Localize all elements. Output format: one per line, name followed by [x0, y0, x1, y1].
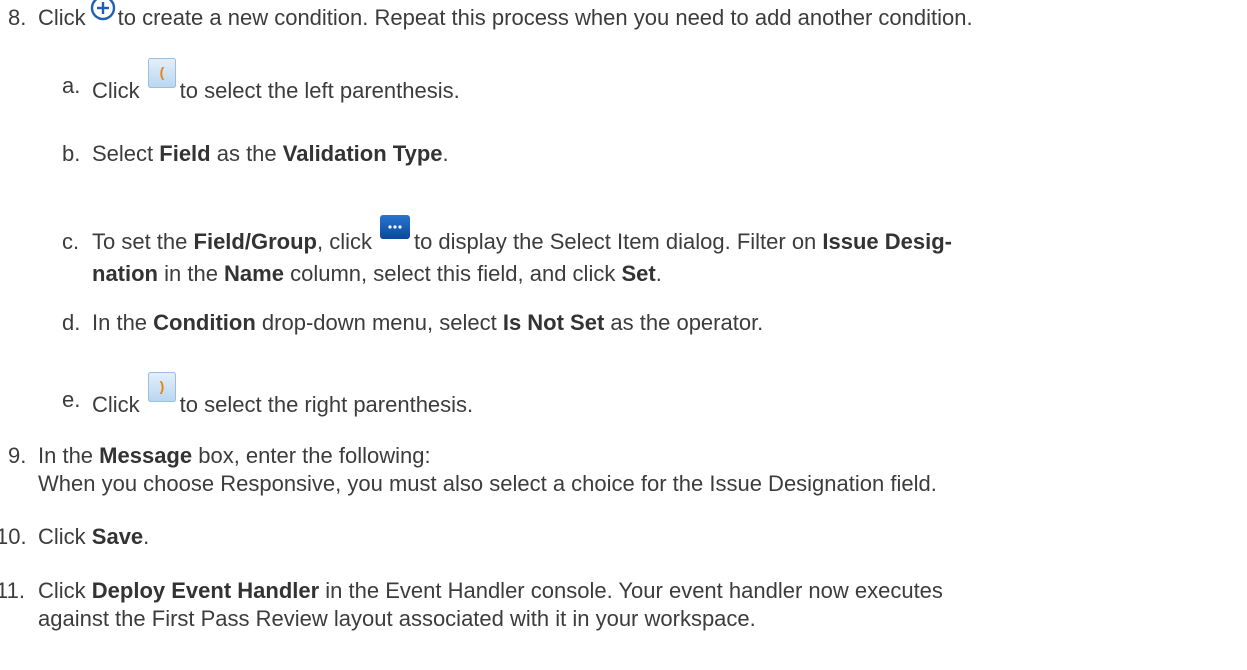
- step-b-text: Select Field as the Validation Type.: [92, 140, 449, 168]
- step-d-bold-1: Condition: [153, 310, 256, 335]
- step-9-text-line1: In the Message box, enter the following:: [38, 442, 431, 470]
- step-b-bold-1: Field: [159, 141, 211, 166]
- step-c-text-4: in the: [158, 261, 225, 286]
- step-11-number: 11.: [0, 578, 25, 603]
- step-9-bold-1: Message: [99, 443, 193, 468]
- step-c-bold-4: Name: [224, 261, 284, 286]
- step-d-number: d.: [62, 310, 81, 335]
- svg-text:(: (: [159, 64, 164, 80]
- step-d-text-2: drop-down menu, select: [255, 310, 503, 335]
- step-e-number: e.: [62, 387, 81, 412]
- step-11-text-line2: against the First Pass Review layout ass…: [38, 606, 756, 631]
- step-11-text-1: Click: [38, 578, 92, 603]
- step-c-text-line1: To set the Field/Group, click to display …: [92, 215, 953, 256]
- step-11-text-2: in the Event Handler console. Your event…: [319, 578, 943, 603]
- step-c-bold-1: Field/Group: [193, 229, 317, 254]
- step-11-bold-1: Deploy Event Handler: [91, 578, 320, 603]
- ellipsis-button-icon: [379, 215, 410, 239]
- step-a-text-2: to select the left parenthesis.: [179, 78, 460, 103]
- step-10-text-1: Click: [38, 524, 92, 549]
- step-c-number: c.: [62, 229, 80, 254]
- step-c-text-3: to display the Select Item dialog. Filte…: [413, 229, 823, 254]
- step-8-text: Click to create a new condition. Repeat t…: [38, 0, 973, 32]
- step-a-text-1: Click: [92, 78, 140, 103]
- step-c-bold-2: Issue Desig-: [822, 229, 953, 254]
- step-e-text-1: Click: [92, 392, 140, 417]
- step-8-text-2: to create a new condition. Repeat this p…: [117, 5, 973, 30]
- step-c-text-2: , click: [316, 229, 372, 254]
- step-9-text-2: box, enter the following:: [192, 443, 431, 468]
- step-b-text-3: .: [442, 141, 449, 166]
- step-10-number: 10.: [0, 524, 27, 549]
- step-d-bold-2: Is Not Set: [502, 310, 605, 335]
- svg-text:): ): [159, 378, 164, 394]
- step-10-text-2: .: [143, 524, 150, 549]
- step-c-bold-3: nation: [92, 261, 158, 286]
- step-c-bold-5: Set: [621, 261, 656, 286]
- step-c-text-6: .: [655, 261, 662, 286]
- step-10-bold-1: Save: [91, 524, 144, 549]
- left-parenthesis-icon: (: [147, 58, 176, 88]
- step-b-number: b.: [62, 141, 81, 166]
- step-c-text-5: column, select this field, and click: [283, 261, 622, 286]
- plus-circle-icon: [90, 0, 116, 21]
- step-8-text-1: Click: [38, 5, 86, 30]
- step-c-text-1: To set the: [92, 229, 194, 254]
- step-a-text: Click ( to select the left parenthesis.: [92, 58, 460, 105]
- step-9-text-1: In the: [38, 443, 100, 468]
- right-parenthesis-icon: ): [147, 372, 176, 402]
- step-e-text-2: to select the right parenthesis.: [179, 392, 474, 417]
- step-9-text-line2: When you choose Responsive, you must als…: [38, 471, 937, 496]
- step-b-text-2: as the: [210, 141, 283, 166]
- step-b-text-1: Select: [92, 141, 160, 166]
- step-9-number: 9.: [8, 443, 27, 468]
- step-c-text-line2: nation in the Name column, select this f…: [92, 260, 662, 288]
- step-a-number: a.: [62, 73, 81, 98]
- step-b-bold-2: Validation Type: [282, 141, 443, 166]
- step-8-number: 8.: [8, 5, 27, 30]
- step-d-text: In the Condition drop-down menu, select …: [92, 309, 763, 337]
- step-11-text-line1: Click Deploy Event Handler in the Event …: [38, 577, 943, 605]
- step-e-text: Click) to select the right parenthesis.: [92, 372, 474, 419]
- step-d-text-1: In the: [92, 310, 154, 335]
- step-d-text-3: as the operator.: [604, 310, 764, 335]
- step-10-text: Click Save.: [38, 523, 149, 551]
